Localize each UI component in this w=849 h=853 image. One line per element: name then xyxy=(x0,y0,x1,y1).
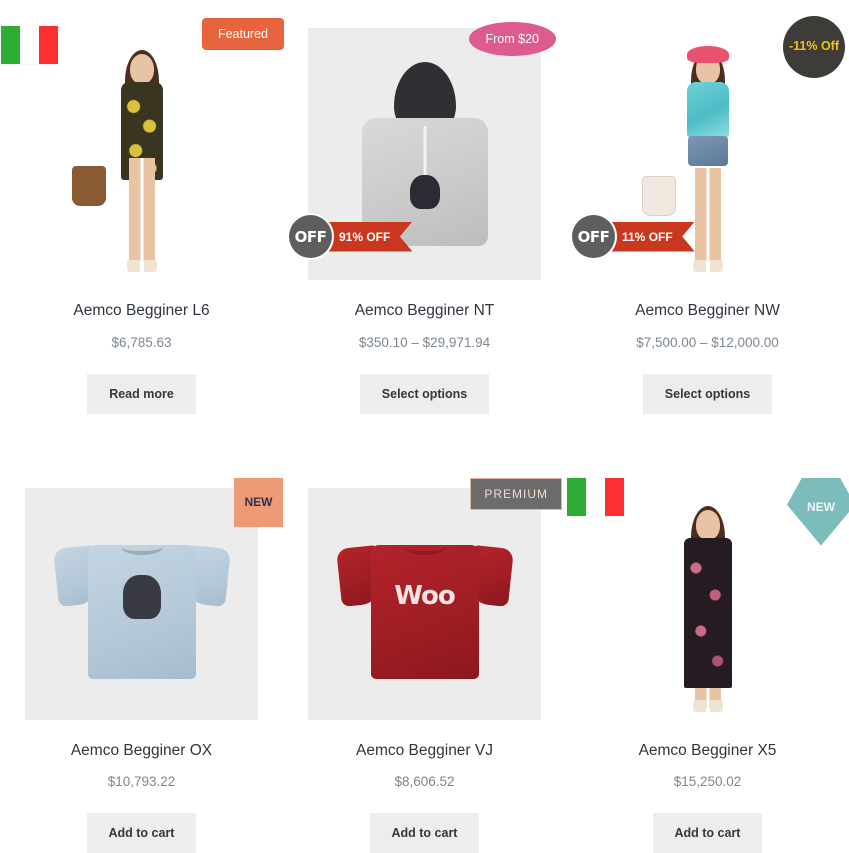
flag-stripe-red xyxy=(39,26,58,64)
discount-ribbon: OFF 91% OFF xyxy=(289,215,413,258)
tshirt-illustration xyxy=(25,488,258,720)
pink-hat xyxy=(686,46,729,63)
floral-maxi-dress xyxy=(683,537,732,688)
featured-badge: Featured xyxy=(201,18,284,50)
teal-top xyxy=(686,82,729,138)
model-shoes xyxy=(126,260,157,272)
product-title[interactable]: Aemco Begginer NT xyxy=(305,302,544,321)
model-legs xyxy=(694,168,721,262)
product-image xyxy=(25,487,258,720)
product-grid-row-1: Featured Aemco Begginer L6 $6,785.63 Rea… xyxy=(0,0,849,414)
product-title[interactable]: Aemco Begginer X5 xyxy=(588,742,827,761)
model-shoes xyxy=(692,260,723,272)
premium-badge: PREMIUM xyxy=(470,477,562,510)
product-card: NEW Aemco Begginer X5 $15,250.02 Add to … xyxy=(566,460,849,853)
row-divider xyxy=(0,414,849,460)
new-diamond-badge: NEW xyxy=(787,477,849,546)
read-more-button[interactable]: Read more xyxy=(87,373,196,414)
product-price: $350.10 – $29,971.94 xyxy=(358,334,491,350)
denim-shorts xyxy=(687,136,728,166)
model-illustration xyxy=(25,28,258,280)
woo-logo-text: Woo xyxy=(394,580,455,611)
product-title[interactable]: Aemco Begginer VJ xyxy=(305,742,544,761)
product-title[interactable]: Aemco Begginer L6 xyxy=(22,302,261,321)
product-price: $8,606.52 xyxy=(394,774,455,790)
ninja-mascot-icon xyxy=(409,175,440,209)
product-image-link[interactable]: Woo xyxy=(305,487,544,720)
product-image-link[interactable] xyxy=(22,487,261,720)
product-title[interactable]: Aemco Begginer NW xyxy=(588,302,827,321)
tshirt-collar xyxy=(120,539,163,555)
product-price: $6,785.63 xyxy=(111,334,172,350)
model-head xyxy=(695,509,720,540)
product-card: From $20 OFF 91% OFF Aemco Begginer NT $… xyxy=(283,0,566,414)
flag-stripe-red xyxy=(605,477,624,516)
discount-ribbon-label: 11% OFF xyxy=(606,221,695,252)
from-price-badge: From $20 xyxy=(468,22,556,56)
new-square-badge: NEW xyxy=(234,477,283,527)
tshirt-body xyxy=(370,544,479,679)
cream-handbag xyxy=(641,176,676,216)
model-head xyxy=(129,54,154,84)
new-diamond-label: NEW xyxy=(807,499,835,514)
tshirt-illustration: Woo xyxy=(308,488,541,720)
select-options-button[interactable]: Select options xyxy=(359,373,490,414)
product-card: Featured Aemco Begginer L6 $6,785.63 Rea… xyxy=(0,0,284,414)
product-price: $7,500.00 – $12,000.00 xyxy=(636,334,779,350)
off-knob-icon: OFF xyxy=(289,215,332,258)
off-knob-icon: OFF xyxy=(572,215,615,258)
product-grid-row-2: NEW Aemco Begginer OX $10,793.22 Add to … xyxy=(0,460,849,853)
italian-flag-icon xyxy=(1,26,58,64)
tshirt-collar xyxy=(403,539,446,555)
select-options-button[interactable]: Select options xyxy=(642,373,773,414)
flag-stripe-white xyxy=(20,26,39,64)
product-title[interactable]: Aemco Begginer OX xyxy=(22,742,261,761)
product-image-link[interactable]: OFF 91% OFF xyxy=(289,28,544,280)
product-image-link[interactable] xyxy=(22,28,261,280)
add-to-cart-button[interactable]: Add to cart xyxy=(369,813,480,853)
product-card: -11% Off OFF 11% OFF Aemco Begginer NW $… xyxy=(566,0,849,414)
model-shoes xyxy=(692,699,723,712)
ninja-mascot-icon xyxy=(122,574,161,619)
flag-stripe-green xyxy=(1,26,20,64)
brown-handbag xyxy=(71,166,106,206)
model-legs xyxy=(128,158,155,262)
product-card: PREMIUM Woo Aemco Begginer VJ $8,606.52 … xyxy=(283,460,566,853)
italian-flag-icon xyxy=(567,477,624,516)
add-to-cart-button[interactable]: Add to cart xyxy=(652,813,763,853)
product-card: NEW Aemco Begginer OX $10,793.22 Add to … xyxy=(0,460,283,853)
product-image: Woo xyxy=(308,487,541,720)
product-price: $15,250.02 xyxy=(673,774,742,790)
product-price: $10,793.22 xyxy=(107,774,176,790)
flag-stripe-white xyxy=(586,477,605,516)
discount-ribbon: OFF 11% OFF xyxy=(572,215,695,258)
discount-ribbon-label: 91% OFF xyxy=(323,221,413,252)
discount-circle-badge: -11% Off xyxy=(783,16,845,78)
flag-stripe-green xyxy=(567,477,586,516)
add-to-cart-button[interactable]: Add to cart xyxy=(86,813,197,853)
product-image xyxy=(25,28,258,280)
